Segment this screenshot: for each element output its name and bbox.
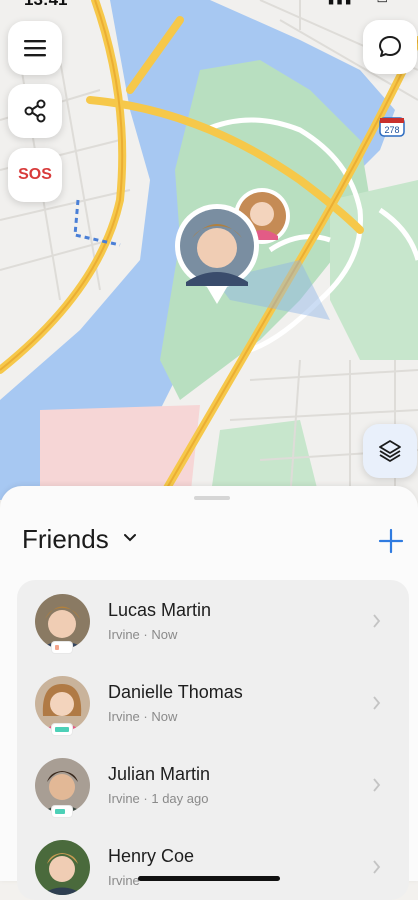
- friend-status: Irvine · 1 day ago: [108, 791, 209, 806]
- chat-button[interactable]: [363, 20, 417, 74]
- list-item[interactable]: Julian Martin Irvine · 1 day ago: [17, 744, 409, 826]
- chevron-right-icon: [373, 860, 381, 874]
- friend-name: Danielle Thomas: [108, 682, 243, 702]
- menu-button[interactable]: [8, 21, 62, 75]
- friend-name: Lucas Martin: [108, 600, 212, 620]
- chevron-right-icon: [373, 696, 381, 710]
- friend-location: Irvine: [108, 627, 140, 642]
- friend-name: Julian Martin: [108, 764, 211, 784]
- add-friend-button[interactable]: [376, 526, 406, 556]
- friend-time: Now: [151, 709, 178, 724]
- sheet-grabber[interactable]: [194, 496, 230, 500]
- friend-status: Irvine · Now: [108, 709, 178, 724]
- battery-fill: [55, 809, 65, 814]
- friend-location: Irvine: [108, 709, 140, 724]
- friend-status: Irvine · Now: [108, 627, 178, 642]
- list-item[interactable]: Danielle Thomas Irvine · Now: [17, 662, 409, 744]
- battery-fill: [55, 727, 69, 732]
- friends-sheet[interactable]: Friends Lucas Martin Irvine · Now Daniel…: [0, 486, 418, 900]
- sos-button[interactable]: SOS: [8, 148, 62, 202]
- friend-location: Irvine: [108, 791, 140, 806]
- map-view[interactable]: 278 13:41 ▮▮▮ ◠ ▭: [0, 0, 418, 500]
- avatar: [35, 676, 90, 731]
- avatar: [35, 758, 90, 813]
- chevron-right-icon: [373, 778, 381, 792]
- friend-time: Now: [151, 627, 178, 642]
- avatar: [35, 840, 90, 895]
- chevron-down-icon[interactable]: [124, 533, 136, 543]
- layers-icon: [379, 440, 401, 462]
- list-item[interactable]: Henry Coe Irvine: [17, 826, 409, 900]
- status-icons: ▮▮▮ ◠ ▭: [328, 0, 390, 6]
- friends-title[interactable]: Friends: [22, 524, 109, 555]
- avatar: [35, 594, 90, 649]
- chevron-right-icon: [373, 614, 381, 628]
- battery-fill: [55, 645, 59, 650]
- battery-indicator: [52, 724, 72, 735]
- friend-name: Henry Coe: [108, 846, 195, 866]
- share-button[interactable]: [8, 84, 62, 138]
- friend-pin-lucas[interactable]: [174, 204, 260, 308]
- share-icon: [24, 99, 46, 123]
- home-indicator[interactable]: [138, 876, 280, 881]
- chat-bubble-icon: [379, 36, 401, 57]
- highway-shield-label: 278: [384, 125, 399, 135]
- status-time: 13:41: [24, 0, 67, 10]
- battery-indicator: [52, 642, 72, 653]
- list-item[interactable]: Lucas Martin Irvine · Now: [17, 580, 409, 662]
- battery-indicator: [52, 806, 72, 817]
- friend-time: 1 day ago: [151, 791, 209, 806]
- avatar-pin-icon: [175, 204, 259, 304]
- sos-label: SOS: [18, 166, 52, 183]
- map-layers-button[interactable]: [363, 424, 417, 478]
- friends-list: Lucas Martin Irvine · Now Danielle Thoma…: [17, 580, 409, 900]
- hamburger-icon: [24, 40, 46, 57]
